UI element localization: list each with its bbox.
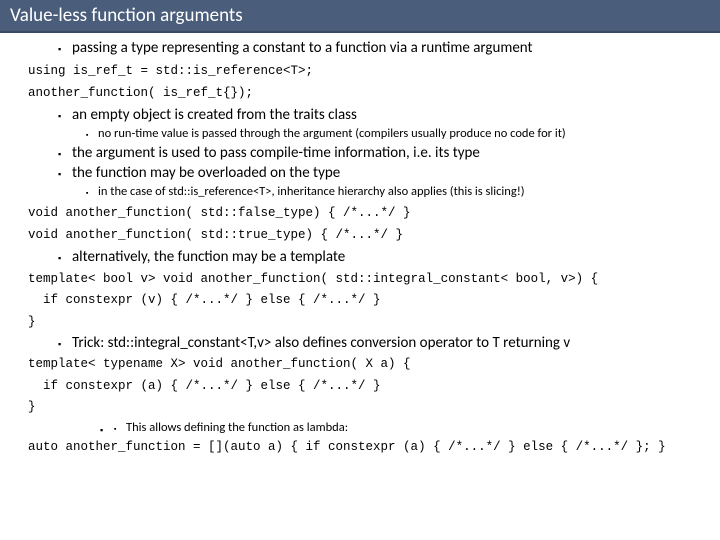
bullet-overloaded: the function may be overloaded on the ty… bbox=[58, 164, 710, 200]
code-lambda: auto another_function = [](auto a) { if … bbox=[28, 438, 710, 457]
code-using-alias: using is_ref_t = std::is_reference<T>; bbox=[28, 62, 710, 81]
bullet-inheritance-slicing: in the case of std::is_reference<T>, inh… bbox=[86, 184, 710, 201]
slide-title: Value-less function arguments bbox=[0, 0, 720, 33]
bullet-compile-time-info: the argument is used to pass compile-tim… bbox=[58, 144, 710, 164]
code-false-type: void another_function( std::false_type) … bbox=[28, 204, 710, 223]
bullet-text: the function may be overloaded on the ty… bbox=[72, 164, 340, 182]
bullet-text: an empty object is created from the trai… bbox=[72, 106, 357, 124]
code-template-bool-b: if constexpr (v) { /*...*/ } else { /*..… bbox=[28, 291, 710, 310]
code-template-x-b: if constexpr (a) { /*...*/ } else { /*..… bbox=[28, 377, 710, 396]
bullet-empty-object: an empty object is created from the trai… bbox=[58, 106, 710, 142]
bullet-no-runtime-value: no run-time value is passed through the … bbox=[86, 126, 710, 143]
code-template-x-a: template< typename X> void another_funct… bbox=[28, 355, 710, 374]
slide-body: passing a type representing a constant t… bbox=[0, 33, 720, 464]
bullet-lambda: This allows defining the function as lam… bbox=[114, 420, 710, 437]
bullet-template-alt: alternatively, the function may be a tem… bbox=[58, 248, 710, 268]
bullet-trick-conversion: Trick: std::integral_constant<T,v> also … bbox=[58, 334, 710, 354]
code-template-bool-a: template< bool v> void another_function(… bbox=[28, 270, 710, 289]
code-template-bool-c: } bbox=[28, 313, 710, 332]
code-call-another: another_function( is_ref_t{}); bbox=[28, 84, 710, 103]
code-true-type: void another_function( std::true_type) {… bbox=[28, 226, 710, 245]
code-template-x-c: } bbox=[28, 398, 710, 417]
bullet-passing-type: passing a type representing a constant t… bbox=[58, 39, 710, 59]
